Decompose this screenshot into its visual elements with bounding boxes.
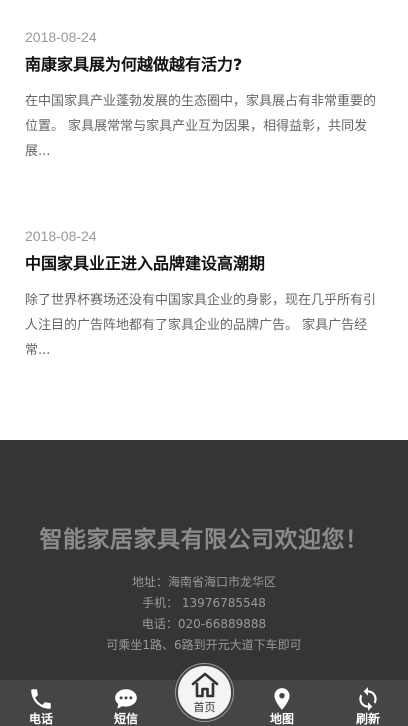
article-date: 2018-08-24 bbox=[25, 228, 97, 244]
footer-address: 地址：海南省海口市龙华区 bbox=[131, 575, 276, 589]
footer-mobile: 手机： 13976785548 bbox=[142, 596, 266, 610]
nav-refresh-label: 刷新 bbox=[355, 712, 380, 726]
nav-sms-button[interactable]: 短信 bbox=[86, 680, 166, 726]
footer: 智能家居家具有限公司欢迎您！ 地址：海南省海口市龙华区 手机： 13976785… bbox=[0, 440, 408, 680]
article-summary: 在中国家具产业蓬勃发展的生态圈中，家具展占有非常重要的位置。 家具展常常与家具产… bbox=[25, 94, 377, 159]
article-list: 2018-08-24 南康家具展为何越做越有活力? 在中国家具产业蓬勃发展的生态… bbox=[0, 0, 408, 440]
nav-map-label: 地图 bbox=[269, 712, 294, 726]
nav-sms-label: 短信 bbox=[113, 712, 138, 726]
footer-phone: 电话：020-66889888 bbox=[141, 617, 267, 631]
article-title[interactable]: 中国家具业正进入品牌建设高潮期 bbox=[25, 253, 385, 275]
nav-home-label: 首页 bbox=[193, 701, 216, 714]
nav-home-button[interactable]: 首页 bbox=[176, 664, 233, 721]
article-title[interactable]: 南康家具展为何越做越有活力? bbox=[25, 54, 385, 76]
article-date: 2018-08-24 bbox=[25, 29, 97, 45]
article-item[interactable]: 2018-08-24 南康家具展为何越做越有活力? 在中国家具产业蓬勃发展的生态… bbox=[25, 28, 385, 164]
nav-refresh-button[interactable]: 刷新 bbox=[328, 680, 408, 726]
phone-icon bbox=[31, 689, 51, 709]
footer-welcome-text: 智能家居家具有限公司欢迎您！ bbox=[39, 527, 369, 553]
article-item[interactable]: 2018-08-24 中国家具业正进入品牌建设高潮期 除了世界杯赛场还没有中国家… bbox=[25, 227, 385, 363]
home-icon bbox=[191, 672, 219, 698]
nav-phone-label: 电话 bbox=[28, 712, 53, 726]
nav-phone-button[interactable]: 电话 bbox=[1, 680, 81, 726]
chat-bubble-icon bbox=[115, 689, 137, 709]
refresh-icon bbox=[359, 687, 377, 711]
nav-map-button[interactable]: 地图 bbox=[242, 680, 322, 726]
footer-contact-info: 地址：海南省海口市龙华区 手机： 13976785548 电话：020-6688… bbox=[0, 572, 408, 656]
article-summary: 除了世界杯赛场还没有中国家具企业的身影，现在几乎所有引人注目的广告阵地都有了家具… bbox=[25, 293, 377, 358]
footer-transit: 可乘坐1路、6路到开元大道下车即可 bbox=[106, 638, 302, 652]
map-pin-icon bbox=[274, 688, 290, 710]
